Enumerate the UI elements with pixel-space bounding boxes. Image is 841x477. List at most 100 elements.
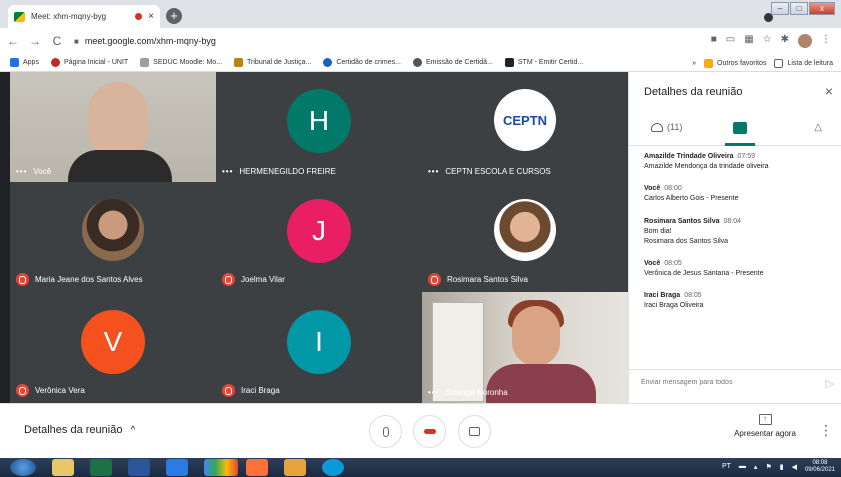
participant-name: Joelma Vilar — [222, 273, 285, 286]
chat-message: Amazilde Trindade Oliveira 07:59 Amazilde… — [644, 153, 769, 171]
ceptn-logo-avatar: CEPTN — [494, 89, 556, 151]
more-options-kebab-icon[interactable]: ⋮ — [819, 422, 833, 439]
bookmark-seduc[interactable]: SEDUC Moodle: Mo... — [140, 58, 222, 67]
minimize-button[interactable]: – — [771, 2, 789, 15]
present-now-button[interactable]: ↑ Apresentar agora — [725, 414, 805, 438]
camera-in-use-icon[interactable]: ■ — [711, 34, 717, 48]
tab-strip: Meet: xhm-mqny-byg × + – □ x — [0, 0, 841, 28]
chat-composer: ▷ — [629, 369, 841, 403]
leave-call-button[interactable] — [413, 415, 446, 448]
browser-toolbar: ← → C ■ meet.google.com/xhm-mqny-byg ■ ▭… — [0, 28, 841, 54]
excel-icon[interactable] — [90, 459, 112, 476]
panel-tabs: (11) △ — [629, 116, 841, 146]
flag-icon[interactable]: ⚑ — [765, 463, 771, 471]
recording-indicator-icon — [135, 13, 143, 20]
bookmark-outros-favoritos[interactable]: Outros favoritos — [704, 58, 766, 68]
chat-icon[interactable] — [733, 122, 747, 134]
bookmark-emissao[interactable]: Emissão de Certidã... — [412, 58, 493, 67]
participant-tile-you[interactable]: ••• Você — [10, 72, 216, 182]
close-panel-button[interactable]: × — [825, 83, 833, 99]
camera-feed-body — [486, 364, 596, 403]
close-window-button[interactable]: x — [809, 2, 835, 15]
volume-icon[interactable]: ◀ — [792, 463, 797, 471]
network-icon[interactable]: ▮ — [780, 463, 784, 471]
reload-button[interactable]: C — [48, 34, 66, 48]
forward-button[interactable]: → — [26, 34, 44, 48]
end-call-icon — [423, 429, 436, 434]
translate-icon[interactable]: ▦ — [744, 34, 753, 48]
microphone-icon — [382, 426, 389, 437]
maximize-button[interactable]: □ — [790, 2, 808, 15]
screen: Meet: xhm-mqny-byg × + – □ x ← → C ■ mee… — [0, 0, 841, 477]
bookmark-star-icon[interactable]: ☆ — [763, 34, 772, 48]
cast-icon[interactable]: ▭ — [726, 34, 735, 48]
chat-message: Rosimara Santos Silva 08:04 Bom dia! Rosi… — [644, 217, 742, 245]
lock-icon[interactable]: ■ — [74, 37, 79, 46]
word-icon[interactable] — [128, 459, 150, 476]
more-options-dots-icon[interactable]: ••• — [16, 167, 27, 176]
browser-tab-meet[interactable]: Meet: xhm-mqny-byg × — [8, 5, 160, 28]
edge-icon[interactable] — [322, 459, 344, 476]
more-options-dots-icon[interactable]: ••• — [222, 167, 233, 176]
keyboard-icon[interactable]: ▬ — [739, 463, 746, 470]
camera-icon — [469, 427, 480, 436]
bookmarks-bar: Apps Página Inicial - UNIT SEDUC Moodle:… — [0, 54, 841, 72]
start-button[interactable] — [10, 459, 36, 476]
extensions-icon[interactable]: ✱ — [781, 34, 789, 48]
stm-icon — [504, 58, 514, 67]
participant-tile-maria-jeane[interactable]: Maria Jeane dos Santos Alves — [10, 182, 216, 292]
camera-button[interactable] — [458, 415, 491, 448]
bookmarks-right: » Outros favoritos Lista de leitura — [692, 54, 841, 72]
participant-tile-veronica[interactable]: V Verônica Vera — [10, 292, 216, 403]
people-icon — [651, 122, 663, 132]
new-tab-button[interactable]: + — [166, 8, 182, 24]
participant-tile-iraci[interactable]: I Iraci Braga — [216, 292, 422, 403]
participant-tile-solange[interactable]: ••• Solange Noronha — [422, 292, 628, 403]
microphone-button[interactable] — [369, 415, 402, 448]
tab-people[interactable]: (11) — [651, 122, 682, 132]
participant-name: Maria Jeane dos Santos Alves — [16, 273, 143, 286]
profile-avatar[interactable] — [798, 34, 812, 48]
meeting-details-button[interactable]: Detalhes da reunião ^ — [24, 424, 135, 436]
bookmark-apps[interactable]: Apps — [10, 58, 39, 67]
bookmark-lista-leitura[interactable]: Lista de leitura — [774, 58, 833, 68]
participant-tile-rosimara[interactable]: Rosimara Santos Silva — [422, 182, 628, 292]
bookmark-stm[interactable]: STM - Emitir Certid... — [504, 58, 583, 67]
menu-kebab-icon[interactable]: ⋮ — [821, 34, 831, 48]
more-options-dots-icon[interactable]: ••• — [428, 167, 439, 176]
participant-name: Iraci Braga — [222, 384, 280, 397]
bookmarks-overflow[interactable]: » — [692, 60, 696, 67]
bookmark-certidao[interactable]: Certidão de crimes... — [323, 58, 401, 67]
chat-message-input[interactable] — [641, 379, 806, 386]
mic-off-icon — [428, 273, 441, 286]
meet-favicon-icon — [14, 11, 25, 22]
window-controls: – □ x — [771, 2, 835, 15]
activities-icon[interactable]: △ — [814, 122, 822, 133]
internet-explorer-icon[interactable] — [166, 459, 188, 476]
firefox-icon[interactable] — [246, 459, 268, 476]
camera-background — [432, 302, 484, 402]
bookmark-tribunal[interactable]: Tribunal de Justiça... — [234, 58, 311, 67]
bookmark-unit[interactable]: Página Inicial - UNIT — [50, 58, 128, 67]
more-options-dots-icon[interactable]: ••• — [428, 388, 439, 397]
participant-tile-hermenegildo[interactable]: H ••• HERMENEGILDO FREIRE — [216, 72, 422, 182]
back-button[interactable]: ← — [4, 34, 22, 48]
reading-list-icon — [774, 58, 784, 68]
media-player-icon[interactable] — [284, 459, 306, 476]
self-camera-body — [68, 150, 172, 182]
participant-name: Verônica Vera — [16, 384, 85, 397]
clock[interactable]: 08:08 09/06/2021 — [805, 460, 835, 473]
participant-tile-joelma[interactable]: J Joelma Vilar — [216, 182, 422, 292]
send-icon[interactable]: ▷ — [826, 377, 834, 390]
address-bar[interactable]: ■ meet.google.com/xhm-mqny-byg — [74, 32, 711, 50]
participant-name: Rosimara Santos Silva — [428, 273, 528, 286]
language-indicator[interactable]: PT — [722, 463, 731, 470]
unit-icon — [50, 58, 60, 67]
participant-tile-ceptn[interactable]: CEPTN ••• CEPTN ESCOLA E CURSOS — [422, 72, 628, 182]
avatar: J — [287, 199, 351, 263]
tray-expand-icon[interactable]: ▴ — [754, 463, 758, 471]
chrome-icon[interactable] — [204, 459, 238, 476]
tab-close-button[interactable]: × — [148, 11, 154, 22]
folder-icon — [704, 58, 714, 68]
file-explorer-icon[interactable] — [52, 459, 74, 476]
